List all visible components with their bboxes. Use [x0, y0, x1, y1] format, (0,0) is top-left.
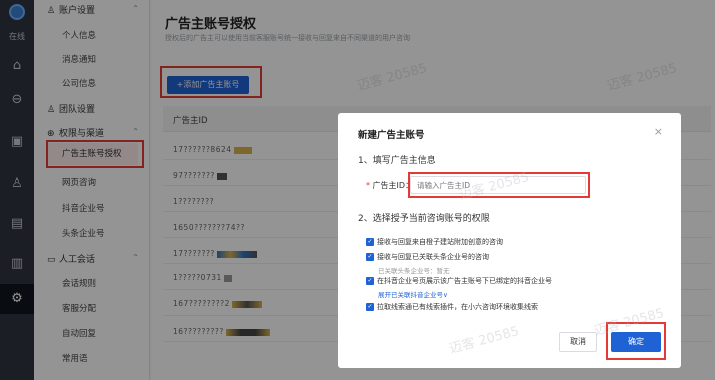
permission-checkbox-3[interactable]: ✓ 在抖音企业号页展示该广告主账号下已绑定的抖音企业号 [366, 276, 552, 286]
new-advertiser-dialog: 新建广告主账号 × 1、填写广告主信息 * 广告主ID： 2、选择授予当前咨询账… [338, 113, 681, 368]
toutiao-note: 已关联头条企业号：暂无 [378, 267, 450, 275]
dialog-title: 新建广告主账号 [358, 130, 425, 141]
expand-douyin-link[interactable]: 展开已关联抖音企业号∨ [378, 289, 448, 299]
permission-checkbox-1[interactable]: ✓ 接收与回复来自橙子建站附加创意的咨询 [366, 237, 503, 247]
section-advertiser-info: 1、填写广告主信息 [358, 156, 436, 166]
check-icon: ✓ [366, 303, 374, 311]
watermark: 迈客 20585 [447, 323, 521, 357]
close-icon[interactable]: × [654, 125, 663, 138]
check-icon: ✓ [366, 238, 374, 246]
advertiser-id-label: * 广告主ID： [366, 181, 414, 190]
permission-checkbox-4[interactable]: ✓ 拉取线索通已有线索插件，在小六咨询环境收集线索 [366, 302, 538, 312]
check-icon: ✓ [366, 253, 374, 261]
section-permissions: 2、选择授予当前咨询账号的权限 [358, 214, 490, 224]
cancel-button[interactable]: 取消 [559, 332, 597, 352]
permission-checkbox-2[interactable]: ✓ 接收与回复已关联头条企业号的咨询 [366, 252, 489, 262]
check-icon: ✓ [366, 277, 374, 285]
